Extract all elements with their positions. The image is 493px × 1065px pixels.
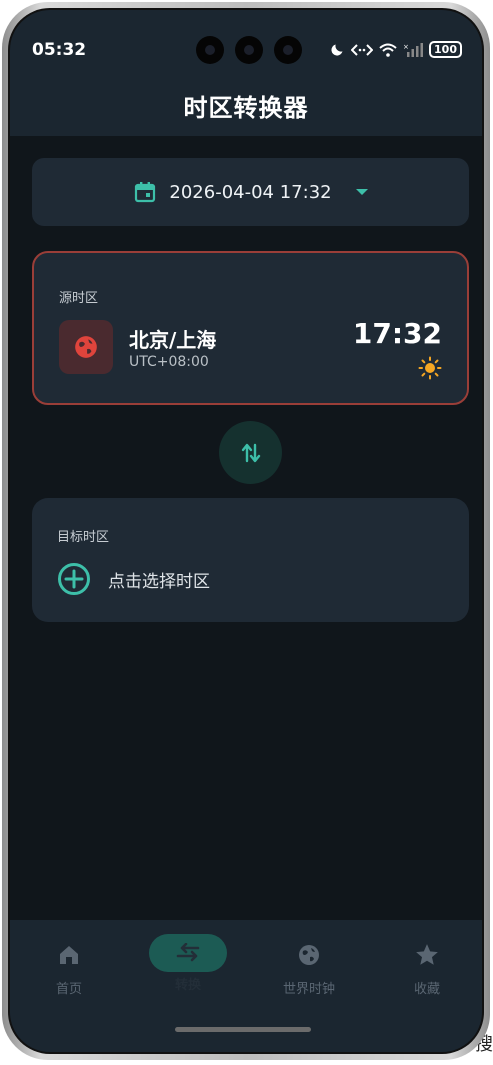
star-icon [416, 944, 438, 965]
bottom-navigation: 首页 转换 世界时钟 收藏 [10, 920, 482, 1052]
source-city: 北京/上海 [129, 328, 217, 352]
active-tab-indicator [149, 934, 227, 972]
nav-item-home[interactable]: 首页 [19, 940, 119, 997]
nav-item-world-clock[interactable]: 世界时钟 [259, 940, 359, 997]
app-screen: 05:32 × 100 时区转换器 2026-04-04 17:32 源时区 北… [10, 10, 482, 1052]
sun-icon [418, 356, 442, 380]
nav-label-convert: 转换 [174, 978, 201, 993]
battery-indicator: 100 [429, 41, 462, 58]
nav-label-home: 首页 [55, 982, 82, 997]
svg-text:×: × [403, 43, 409, 51]
camera-icon [235, 36, 263, 64]
home-indicator[interactable] [175, 1027, 311, 1032]
target-timezone-card[interactable]: 目标时区 点击选择时区 [32, 498, 469, 622]
swap-icon [176, 943, 200, 962]
status-time: 05:32 [32, 40, 87, 60]
date-time-value: 2026-04-04 17:32 [169, 181, 332, 203]
data-transfer-icon [351, 43, 374, 56]
select-timezone-button[interactable]: 点击选择时区 [57, 562, 210, 596]
moon-icon [331, 44, 343, 56]
source-utc-offset: UTC+08:00 [129, 354, 209, 370]
nav-item-favorites[interactable]: 收藏 [377, 940, 477, 997]
swap-vertical-icon [241, 443, 260, 462]
nav-item-convert[interactable]: 转换 [138, 934, 238, 993]
swap-timezones-button[interactable] [219, 421, 282, 484]
date-picker[interactable]: 2026-04-04 17:32 [32, 158, 469, 226]
status-icons: × 100 [330, 41, 462, 58]
phone-bezel: 05:32 × 100 时区转换器 2026-04-04 17:32 源时区 北… [8, 8, 484, 1054]
page-title: 时区转换器 [183, 94, 309, 122]
phone-frame: 05:32 × 100 时区转换器 2026-04-04 17:32 源时区 北… [2, 2, 490, 1060]
source-timezone-card[interactable]: 源时区 北京/上海 UTC+08:00 17:32 [32, 251, 469, 405]
chevron-down-icon [355, 189, 368, 195]
camera-icon [196, 36, 224, 64]
source-time: 17:32 [352, 317, 442, 350]
target-label: 目标时区 [57, 530, 110, 545]
globe-icon [59, 320, 113, 374]
source-label: 源时区 [59, 291, 99, 306]
nav-label-world-clock: 世界时钟 [282, 982, 335, 997]
app-header: 05:32 × 100 时区转换器 [10, 10, 482, 136]
select-timezone-label: 点击选择时区 [108, 571, 210, 592]
globe-icon [299, 945, 319, 965]
nav-label-favorites: 收藏 [413, 982, 440, 997]
signal-icon: × [403, 42, 424, 57]
calendar-icon [135, 182, 156, 203]
home-icon [60, 946, 78, 964]
camera-icon [274, 36, 302, 64]
add-circle-icon [58, 563, 90, 595]
wifi-icon [379, 43, 397, 57]
